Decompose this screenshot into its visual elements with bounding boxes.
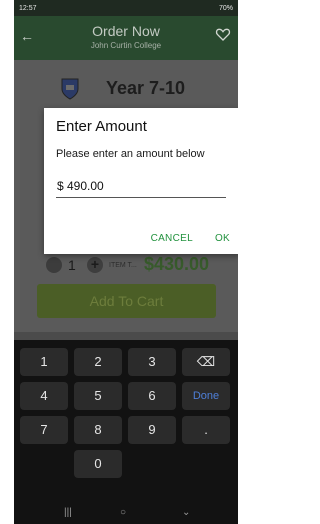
plus-button[interactable]: + <box>87 257 103 273</box>
empty-key <box>20 450 68 478</box>
amount-input[interactable] <box>56 174 226 198</box>
price-label: $430.00 <box>144 254 210 274</box>
backspace-icon[interactable]: ⌫ <box>182 348 230 376</box>
key-5[interactable]: 5 <box>74 382 122 410</box>
dialog-message: Please enter an amount below <box>56 148 205 160</box>
school-crest-icon <box>61 78 79 100</box>
status-bar: 12:57 70% <box>14 0 238 16</box>
key-7[interactable]: 7 <box>20 416 68 444</box>
quantity-value: 1 <box>68 257 76 273</box>
decimal-key[interactable]: . <box>182 416 230 444</box>
dialog-title: Enter Amount <box>56 118 147 135</box>
page-title: Order Now <box>92 23 160 39</box>
system-nav-bar: ||| ○ ⌄ <box>14 504 238 524</box>
page-subtitle: John Curtin College <box>90 41 162 50</box>
dialog-actions: CANCEL OK <box>151 233 230 244</box>
quantity-row: 1 + ITEM T... $430.00 <box>14 254 238 278</box>
phone-screen: 12:57 70% ← Order Now John Curtin Colleg… <box>14 0 238 524</box>
key-1[interactable]: 1 <box>20 348 68 376</box>
status-time: 12:57 <box>19 4 37 12</box>
empty-key <box>182 450 230 478</box>
key-2[interactable]: 2 <box>74 348 122 376</box>
numeric-keyboard: 1 2 3 ⌫ 4 5 6 Done 7 8 9 . 0 <box>14 340 238 504</box>
cancel-button[interactable]: CANCEL <box>151 233 193 244</box>
add-to-cart-button[interactable]: Add To Cart <box>37 284 216 318</box>
recents-icon[interactable]: ||| <box>64 507 72 518</box>
status-battery: 70% <box>218 4 233 12</box>
key-6[interactable]: 6 <box>128 382 176 410</box>
empty-key <box>128 450 176 478</box>
ok-button[interactable]: OK <box>215 233 230 244</box>
heart-icon[interactable] <box>215 26 231 42</box>
key-0[interactable]: 0 <box>74 450 122 478</box>
enter-amount-dialog: Enter Amount Please enter an amount belo… <box>44 108 238 254</box>
key-9[interactable]: 9 <box>128 416 176 444</box>
app-header: ← Order Now John Curtin College <box>14 16 238 60</box>
key-3[interactable]: 3 <box>128 348 176 376</box>
key-8[interactable]: 8 <box>74 416 122 444</box>
item-type-label: ITEM T... <box>109 262 137 269</box>
year-label: Year 7-10 <box>106 78 186 98</box>
back-nav-icon[interactable]: ⌄ <box>182 507 190 518</box>
key-4[interactable]: 4 <box>20 382 68 410</box>
minus-button[interactable] <box>46 257 62 273</box>
home-icon[interactable]: ○ <box>120 507 126 518</box>
done-key[interactable]: Done <box>182 382 230 410</box>
